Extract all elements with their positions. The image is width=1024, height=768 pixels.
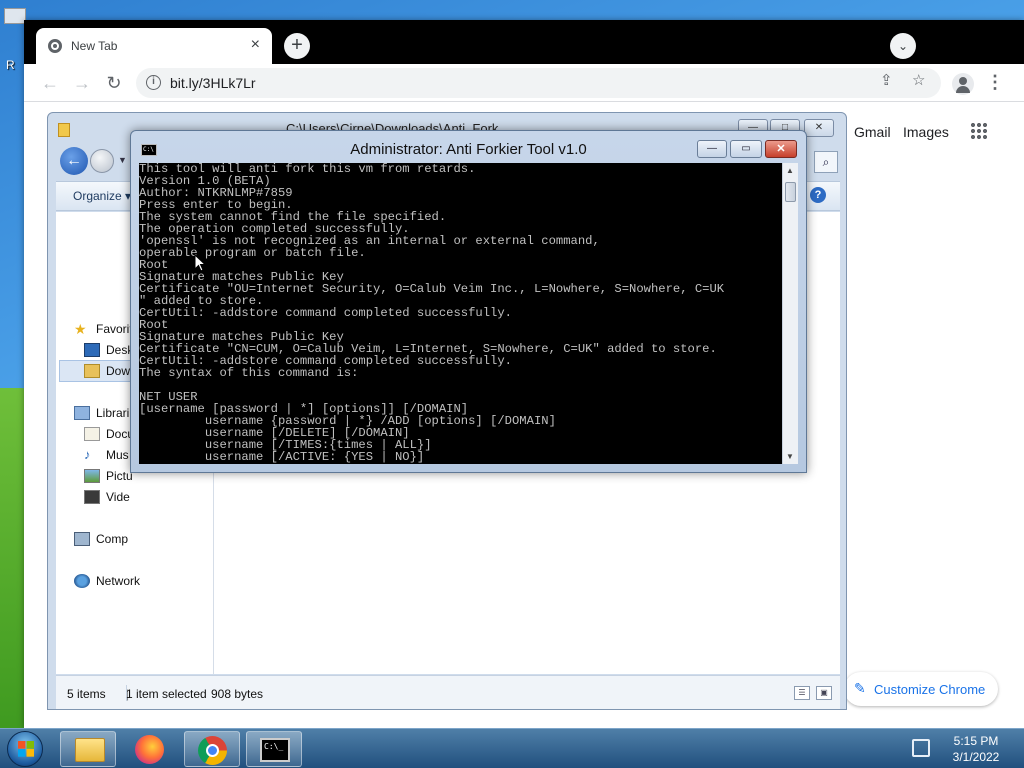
console-line: operable program or batch file.: [139, 246, 366, 260]
scroll-down-icon[interactable]: ▼: [786, 452, 794, 461]
nav-pictures[interactable]: Pictu: [84, 469, 133, 483]
search-icon[interactable]: ⌕: [814, 151, 838, 173]
share-icon[interactable]: ⇪: [880, 71, 893, 89]
taskbar-chrome[interactable]: [184, 731, 240, 767]
clock-time: 5:15 PM: [953, 734, 999, 748]
windows-logo-icon: [7, 731, 43, 767]
customize-chrome-label: Customize Chrome: [874, 682, 986, 697]
console-line: username [/ACTIVE: {YES | NO}]: [139, 450, 425, 464]
desktop-icon: [84, 343, 100, 357]
nav-favorites[interactable]: ★ Favorit: [74, 322, 133, 336]
firefox-icon: [135, 735, 164, 764]
tab-strip: New Tab × + ⌄: [24, 20, 1024, 64]
images-link[interactable]: Images: [903, 124, 949, 140]
profile-avatar-icon[interactable]: [952, 73, 974, 95]
nav-label: Network: [96, 574, 141, 588]
selection-count: 1 item selected: [126, 687, 207, 701]
tab-new-tab[interactable]: New Tab ×: [36, 28, 272, 64]
scroll-up-icon[interactable]: ▲: [786, 166, 794, 175]
taskbar-firefox[interactable]: [122, 731, 178, 767]
computer-icon: [74, 532, 90, 546]
organize-menu[interactable]: Organize ▾: [73, 189, 131, 203]
minimize-button[interactable]: —: [697, 140, 727, 158]
site-info-icon[interactable]: i: [146, 75, 161, 90]
close-button[interactable]: ✕: [804, 119, 834, 137]
nav-computer[interactable]: Comp: [74, 532, 128, 546]
download-folder-icon: [84, 364, 100, 378]
nav-downloads[interactable]: Dow: [84, 364, 130, 378]
pictures-icon: [84, 469, 100, 483]
console-line: The syntax of this command is:: [139, 366, 359, 380]
bookmark-star-icon[interactable]: ☆: [912, 71, 925, 89]
console-line: CertUtil: -addstore command completed su…: [139, 306, 512, 320]
back-arrow-icon[interactable]: ←: [60, 147, 88, 175]
selection-size: 908 bytes: [211, 687, 264, 701]
nav-label: Pictu: [106, 469, 133, 483]
documents-icon: [84, 427, 100, 441]
nav-videos[interactable]: Vide: [84, 490, 130, 504]
music-icon: ♪: [84, 447, 91, 462]
nav-label: Comp: [96, 532, 129, 546]
star-icon: ★: [74, 321, 87, 337]
network-tray-icon[interactable]: [912, 739, 930, 757]
nav-label: Mus: [106, 448, 129, 462]
chrome-favicon-icon: [48, 39, 62, 53]
close-button[interactable]: ✕: [765, 140, 797, 158]
large-icons-view-icon[interactable]: ▣: [816, 686, 832, 700]
reload-icon[interactable]: ↻: [102, 71, 126, 95]
network-icon: [74, 574, 90, 588]
details-view-icon[interactable]: ☰: [794, 686, 810, 700]
maximize-button[interactable]: ▭: [730, 140, 762, 158]
history-dropdown-icon[interactable]: ▼: [118, 155, 127, 165]
clock-date: 3/1/2022: [952, 750, 1000, 764]
scrollbar[interactable]: ▲ ▼: [782, 163, 798, 464]
new-tab-button[interactable]: +: [284, 33, 310, 59]
nav-label: Librari: [96, 406, 130, 420]
gmail-link[interactable]: Gmail: [854, 124, 891, 140]
nav-label: Dow: [106, 364, 131, 378]
nav-music[interactable]: ♪ Mus: [84, 447, 129, 463]
nav-network[interactable]: Network: [74, 574, 140, 588]
desktop-icon[interactable]: [4, 8, 26, 24]
taskbar-explorer[interactable]: [60, 731, 116, 767]
address-bar[interactable]: i bit.ly/3HLk7Lr: [136, 68, 941, 98]
help-icon[interactable]: ?: [810, 187, 826, 203]
folder-icon: [75, 738, 105, 762]
status-bar: 5 items | 1 item selected 908 bytes ☰ ▣: [56, 675, 840, 709]
back-arrow-icon[interactable]: ←: [38, 71, 62, 95]
pencil-icon: ✎: [854, 680, 866, 696]
cmd-icon: C:\_: [260, 738, 290, 762]
address-url[interactable]: bit.ly/3HLk7Lr: [170, 75, 256, 91]
forward-arrow-icon[interactable]: →: [70, 71, 94, 95]
nav-documents[interactable]: Docu: [84, 427, 134, 441]
tab-search-chevron-icon[interactable]: ⌄: [890, 33, 916, 59]
scroll-thumb[interactable]: [785, 182, 796, 202]
customize-chrome-button[interactable]: ✎ Customize Chrome: [844, 672, 998, 706]
videos-icon: [84, 490, 100, 504]
browser-toolbar: ← → ↻ i bit.ly/3HLk7Lr ⇪ ☆ ⋮: [24, 64, 1024, 102]
nav-label: Favorit: [96, 322, 133, 336]
desktop-icon-label: R: [6, 58, 15, 72]
chrome-icon: [198, 736, 227, 765]
forward-arrow-icon[interactable]: [90, 149, 114, 173]
nav-label: Vide: [106, 490, 130, 504]
tab-title: New Tab: [71, 39, 118, 53]
start-button[interactable]: [4, 729, 46, 768]
console-output[interactable]: This tool will anti fork this vm from re…: [139, 163, 782, 464]
tab-close-icon[interactable]: ×: [251, 36, 260, 54]
nav-libraries[interactable]: Librari: [74, 406, 129, 420]
folder-icon: [58, 123, 70, 137]
libraries-icon: [74, 406, 90, 420]
cmd-window: C:\ Administrator: Anti Forkier Tool v1.…: [130, 130, 807, 473]
clock[interactable]: 5:15 PM 3/1/2022: [936, 733, 1016, 765]
nav-desktop[interactable]: Desk: [84, 343, 133, 357]
kebab-menu-icon[interactable]: ⋮: [986, 72, 1004, 93]
item-count: 5 items: [67, 687, 106, 701]
taskbar: C:\_ 5:15 PM 3/1/2022: [0, 728, 1024, 768]
apps-grid-icon[interactable]: [970, 122, 988, 140]
taskbar-cmd[interactable]: C:\_: [246, 731, 302, 767]
